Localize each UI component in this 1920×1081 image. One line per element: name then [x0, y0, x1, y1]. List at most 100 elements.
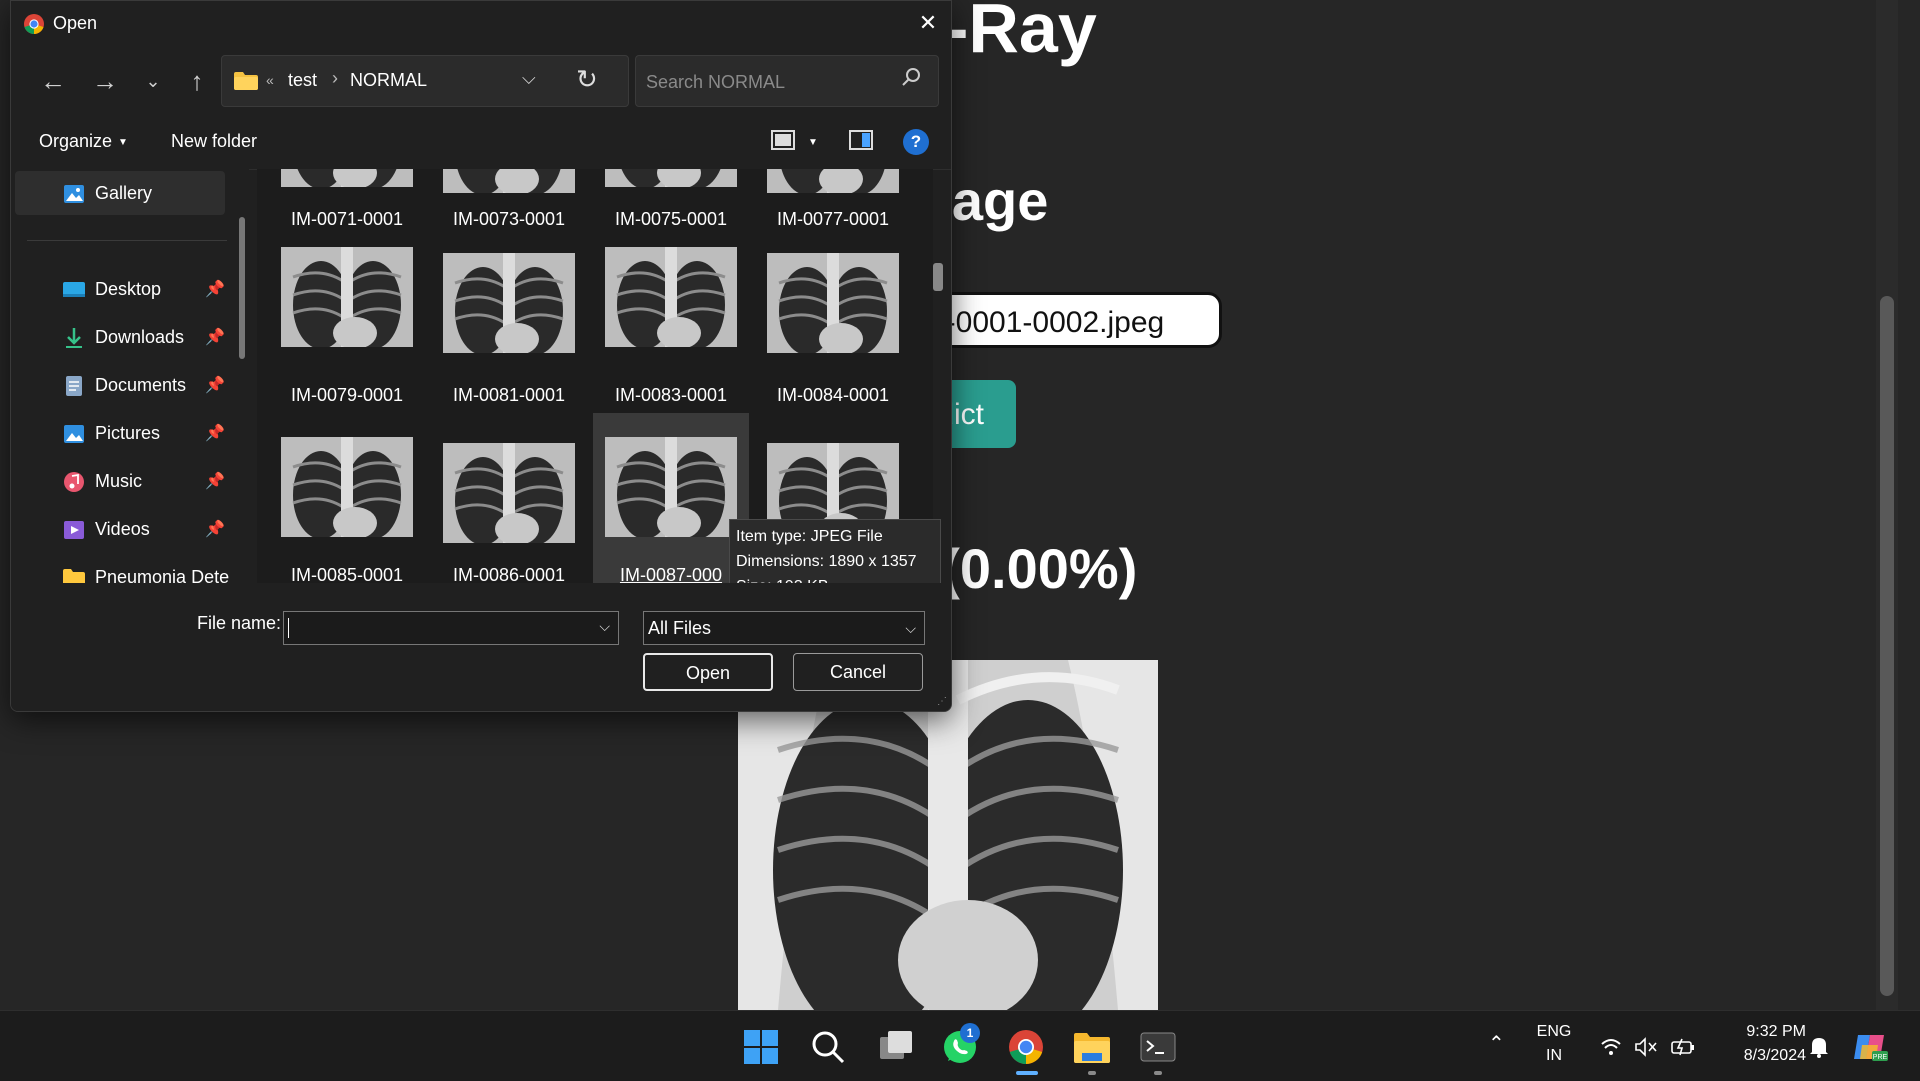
nav-item-pictures[interactable]: Pictures 📌	[15, 411, 225, 455]
battery-charging-icon[interactable]	[1670, 1037, 1696, 1057]
chrome-icon	[24, 14, 44, 34]
documents-icon	[66, 376, 82, 396]
open-button[interactable]: Open	[643, 653, 773, 691]
file-thumbnail	[443, 443, 575, 543]
file-list-scrollbar-thumb[interactable]	[933, 263, 943, 291]
windows-start-icon[interactable]	[741, 1027, 781, 1067]
task-view-icon[interactable]	[876, 1027, 916, 1067]
view-options-caret-icon[interactable]: ▼	[808, 137, 818, 148]
nav-item-label: Documents	[95, 375, 187, 395]
file-name-input[interactable]: ⌵	[283, 611, 619, 645]
text-cursor	[288, 618, 289, 638]
file-name-label: IM-0071-0001	[290, 209, 404, 229]
chrome-icon[interactable]	[1006, 1027, 1046, 1067]
forward-button[interactable]: →	[87, 63, 123, 99]
cancel-button[interactable]: Cancel	[793, 653, 923, 691]
file-tile[interactable]: IM-0077-0001	[755, 169, 911, 233]
pin-icon: 📌	[205, 281, 225, 298]
breadcrumb-separator-icon: ›	[332, 68, 338, 88]
file-thumbnail	[767, 253, 899, 353]
file-tile[interactable]: IM-0079-0001	[269, 233, 425, 409]
wifi-icon[interactable]	[1600, 1037, 1622, 1057]
file-thumbnail	[443, 169, 575, 193]
file-name-label: IM-0083-0001	[614, 385, 728, 405]
nav-item-desktop[interactable]: Desktop 📌	[15, 267, 225, 311]
chevron-down-icon: ⌄	[145, 71, 161, 91]
resize-grip-icon[interactable]: ⋰	[937, 696, 947, 707]
dialog-titlebar: Open ✕	[11, 1, 951, 45]
taskbar: 1 ⌃ ENG IN 9:32 PM 8/3/2024 PRE	[0, 1010, 1920, 1081]
address-dropdown-icon[interactable]: ⌵	[522, 68, 536, 89]
nav-pane-scrollbar[interactable]	[239, 217, 245, 359]
clock-date[interactable]: 8/3/2024	[1720, 1047, 1806, 1065]
nav-item-music[interactable]: Music 📌	[15, 459, 225, 503]
volume-muted-icon[interactable]	[1634, 1037, 1658, 1057]
nav-item-label: Pictures	[95, 423, 161, 443]
show-hidden-icons-icon[interactable]: ⌃	[1488, 1031, 1505, 1056]
nav-item-downloads[interactable]: Downloads 📌	[15, 315, 225, 359]
address-bar[interactable]: « test › NORMAL ⌵ ↻	[221, 55, 629, 107]
breadcrumb-overflow[interactable]: «	[266, 72, 274, 88]
search-box[interactable]	[635, 55, 939, 107]
nav-item-gallery[interactable]: Gallery	[15, 171, 225, 215]
file-explorer-icon[interactable]	[1072, 1027, 1112, 1067]
pin-icon: 📌	[205, 329, 225, 346]
new-folder-button[interactable]: New folder	[171, 131, 257, 152]
change-view-icon[interactable]	[771, 129, 797, 153]
file-name-label: IM-0073-0001	[452, 209, 566, 229]
chevron-down-icon[interactable]: ⌵	[599, 618, 610, 635]
up-button[interactable]: ↑	[179, 63, 215, 99]
file-tile[interactable]: IM-0087-000	[593, 413, 749, 583]
music-icon	[64, 472, 84, 492]
file-tile[interactable]: IM-0085-0001	[269, 413, 425, 583]
terminal-icon[interactable]	[1138, 1027, 1178, 1067]
refresh-icon[interactable]: ↻	[576, 64, 598, 95]
pin-icon: 📌	[205, 425, 225, 442]
file-name-label: File name:	[197, 613, 282, 633]
copilot-icon[interactable]: PRE	[1852, 1031, 1888, 1063]
forward-arrow-icon: →	[92, 66, 118, 96]
file-tile[interactable]: IM-0071-0001	[269, 169, 425, 233]
organize-button[interactable]: Organize ▼	[39, 131, 128, 152]
search-input[interactable]	[644, 68, 898, 96]
page-scrollbar-thumb[interactable]	[1880, 296, 1894, 996]
help-icon[interactable]: ?	[903, 129, 929, 155]
pin-icon: 📌	[205, 521, 225, 538]
search-icon[interactable]	[808, 1027, 848, 1067]
caret-down-icon: ▼	[118, 136, 128, 148]
chrome-active-indicator	[1016, 1071, 1038, 1075]
breadcrumb-test[interactable]: test	[288, 70, 317, 91]
breadcrumb-normal[interactable]: NORMAL	[350, 70, 427, 91]
page-scrollbar[interactable]	[1876, 0, 1898, 1010]
file-tile[interactable]: IM-0075-0001	[593, 169, 749, 233]
svg-text:PRE: PRE	[1873, 1054, 1888, 1061]
nav-item-label: Desktop	[95, 279, 162, 299]
file-tile[interactable]: IM-0084-0001	[755, 233, 911, 409]
dialog-title: Open	[53, 13, 98, 33]
file-tile[interactable]: IM-0081-0001	[431, 233, 587, 409]
close-button[interactable]: ✕	[905, 1, 951, 45]
file-tile[interactable]: IM-0086-0001	[431, 413, 587, 583]
file-tile[interactable]: IM-0073-0001	[431, 169, 587, 233]
file-thumbnail	[605, 247, 737, 347]
nav-item-documents[interactable]: Documents 📌	[15, 363, 225, 407]
file-type-select[interactable]: All Files ⌵	[643, 611, 925, 645]
open-file-dialog: Open ✕ ← → ⌄ ↑ « test › NORMAL ⌵ ↻ Searc…	[10, 0, 952, 712]
preview-pane-icon[interactable]	[849, 129, 875, 153]
nav-divider	[27, 240, 227, 241]
pictures-icon	[64, 425, 84, 443]
file-type-value: All Files	[648, 618, 712, 638]
file-name-label: IM-0086-0001	[452, 565, 566, 583]
recent-locations-button[interactable]: ⌄	[135, 63, 171, 99]
nav-item-label: Videos	[95, 519, 150, 539]
chevron-down-icon: ⌵	[905, 620, 916, 636]
notification-bell-icon[interactable]	[1808, 1035, 1830, 1059]
clock-time[interactable]: 9:32 PM	[1720, 1023, 1806, 1041]
nav-item-label: Downloads	[95, 327, 185, 347]
language-indicator[interactable]: ENG	[1536, 1023, 1572, 1041]
region-indicator[interactable]: IN	[1536, 1047, 1572, 1065]
file-tile[interactable]: IM-0083-0001	[593, 233, 749, 409]
dialog-footer: File name: ⌵ All Files ⌵ Open Cancel ⋰	[11, 583, 951, 711]
back-button[interactable]: ←	[35, 63, 71, 99]
nav-item-videos[interactable]: Videos 📌	[15, 507, 225, 551]
